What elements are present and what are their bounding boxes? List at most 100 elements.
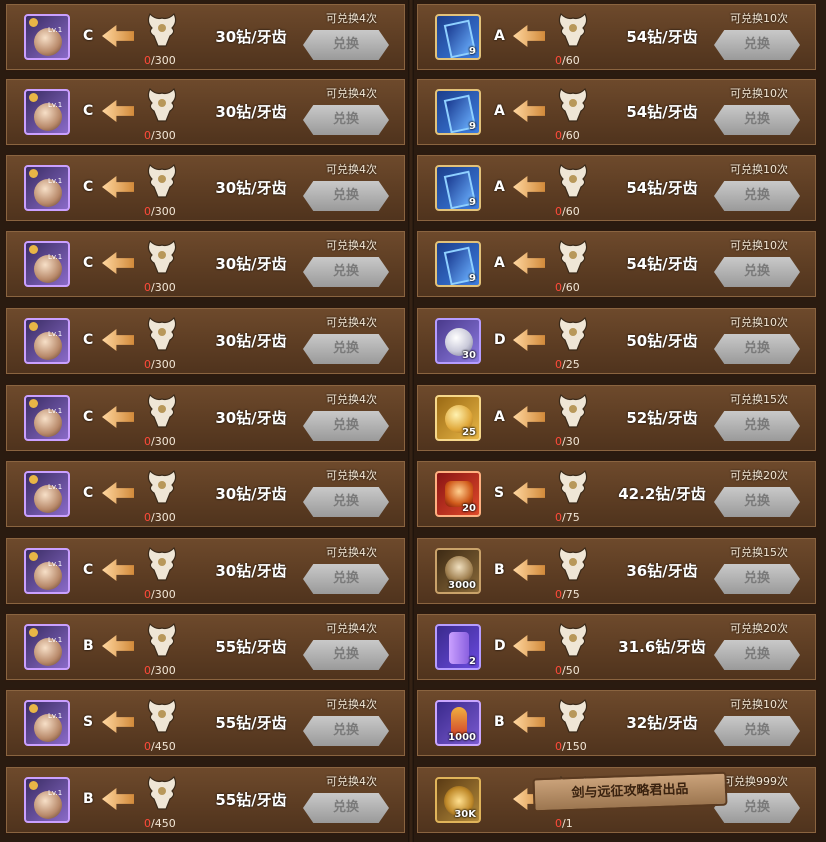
exchange-button[interactable]: 兑换 xyxy=(303,640,389,670)
hero-portrait-icon[interactable]: Lv.1 xyxy=(24,89,70,135)
item-quantity: 1000 xyxy=(448,732,476,743)
hero-portrait-icon[interactable]: Lv.1 xyxy=(24,14,70,60)
tooth-icon xyxy=(144,544,180,582)
tooth-icon xyxy=(555,237,591,275)
exchange-button[interactable]: 兑换 xyxy=(303,181,389,211)
exchange-row: 9 A 0/60 54钻/牙齿 可兑换10次 兑换 xyxy=(415,229,818,299)
progress-total: /150 xyxy=(562,740,587,753)
arrow-left-icon xyxy=(513,25,545,47)
progress-count: 0/300 xyxy=(144,511,176,524)
exchange-button[interactable]: 兑换 xyxy=(303,487,389,517)
grade-label: C xyxy=(83,332,94,348)
card-icon[interactable]: 9 xyxy=(435,89,481,135)
exchange-row: 30K 0/1 可兑换999次 兑换 剑与远征攻略君出品 xyxy=(415,765,818,835)
exchange-button[interactable]: 兑换 xyxy=(303,793,389,823)
progress-count: 0/300 xyxy=(144,281,176,294)
exchange-row: 20 S 0/75 42.2钻/牙齿 可兑换20次 兑换 xyxy=(415,459,818,529)
exchange-limit: 可兑换10次 xyxy=(730,163,788,176)
exchange-button[interactable]: 兑换 xyxy=(714,30,800,60)
progress-total: /450 xyxy=(151,817,176,830)
progress-current: 0 xyxy=(555,740,562,753)
progress-total: /1 xyxy=(562,817,573,830)
item-quantity: 30 xyxy=(462,350,476,361)
tooth-icon xyxy=(555,391,591,429)
grade-label: C xyxy=(83,28,94,44)
level-label: Lv.1 xyxy=(48,636,63,644)
hero-portrait-icon[interactable]: Lv.1 xyxy=(24,624,70,670)
tooth-icon xyxy=(555,467,591,505)
exchange-button[interactable]: 兑换 xyxy=(714,257,800,287)
arrow-left-icon xyxy=(102,559,134,581)
exchange-button[interactable]: 兑换 xyxy=(303,334,389,364)
silver-gem-icon[interactable]: 30 xyxy=(435,318,481,364)
potion-icon[interactable]: 1000 xyxy=(435,700,481,746)
exchange-button[interactable]: 兑换 xyxy=(303,411,389,441)
exchange-limit: 可兑换4次 xyxy=(326,775,377,788)
grade-label: A xyxy=(494,28,505,44)
exchange-button[interactable]: 兑换 xyxy=(303,716,389,746)
treasure-chest-icon[interactable]: 20 xyxy=(435,471,481,517)
exchange-row: Lv.1 C 0/300 30钻/牙齿 可兑换4次 兑换 xyxy=(4,77,407,147)
exchange-price: 54钻/牙齿 xyxy=(626,179,698,197)
exchange-button[interactable]: 兑换 xyxy=(714,487,800,517)
hero-portrait-icon[interactable]: Lv.1 xyxy=(24,777,70,823)
progress-count: 0/300 xyxy=(144,588,176,601)
exchange-limit: 可兑换4次 xyxy=(326,469,377,482)
exchange-button[interactable]: 兑换 xyxy=(303,257,389,287)
card-icon[interactable]: 9 xyxy=(435,14,481,60)
exchange-button[interactable]: 兑换 xyxy=(714,411,800,441)
exchange-button[interactable]: 兑换 xyxy=(714,716,800,746)
exchange-row: Lv.1 C 0/300 30钻/牙齿 可兑换4次 兑换 xyxy=(4,2,407,72)
progress-total: /300 xyxy=(151,205,176,218)
exchange-limit: 可兑换999次 xyxy=(723,775,788,788)
progress-current: 0 xyxy=(555,129,562,142)
progress-total: /30 xyxy=(562,435,580,448)
progress-count: 0/450 xyxy=(144,817,176,830)
hero-portrait-icon[interactable]: Lv.1 xyxy=(24,318,70,364)
exchange-button[interactable]: 兑换 xyxy=(303,30,389,60)
exchange-button[interactable]: 兑换 xyxy=(714,640,800,670)
exchange-button[interactable]: 兑换 xyxy=(303,105,389,135)
grade-label: C xyxy=(83,255,94,271)
gold-coin-icon[interactable]: 25 xyxy=(435,395,481,441)
progress-total: /300 xyxy=(151,54,176,67)
exchange-button[interactable]: 兑换 xyxy=(714,181,800,211)
hero-portrait-icon[interactable]: Lv.1 xyxy=(24,471,70,517)
arrow-left-icon xyxy=(513,559,545,581)
progress-total: /300 xyxy=(151,129,176,142)
hero-portrait-icon[interactable]: Lv.1 xyxy=(24,548,70,594)
hero-portrait-icon[interactable]: Lv.1 xyxy=(24,165,70,211)
compass-coin-icon[interactable]: 30K xyxy=(435,777,481,823)
card-icon[interactable]: 9 xyxy=(435,165,481,211)
arrow-left-icon xyxy=(513,176,545,198)
exchange-price: 36钻/牙齿 xyxy=(626,562,698,580)
hero-portrait-icon[interactable]: Lv.1 xyxy=(24,395,70,441)
tooth-icon xyxy=(555,696,591,734)
exchange-limit: 可兑换4次 xyxy=(326,622,377,635)
progress-current: 0 xyxy=(555,54,562,67)
exchange-button[interactable]: 兑换 xyxy=(714,564,800,594)
exchange-row: 9 A 0/60 54钻/牙齿 可兑换10次 兑换 xyxy=(415,153,818,223)
exchange-limit: 可兑换10次 xyxy=(730,239,788,252)
exchange-row: Lv.1 C 0/300 30钻/牙齿 可兑换4次 兑换 xyxy=(4,229,407,299)
progress-count: 0/450 xyxy=(144,740,176,753)
exchange-row: 25 A 0/30 52钻/牙齿 可兑换15次 兑换 xyxy=(415,383,818,453)
hero-portrait-icon[interactable]: Lv.1 xyxy=(24,700,70,746)
hero-portrait-icon[interactable]: Lv.1 xyxy=(24,241,70,287)
exchange-limit: 可兑换4次 xyxy=(326,12,377,25)
scroll-icon[interactable]: 2 xyxy=(435,624,481,670)
level-label: Lv.1 xyxy=(48,177,63,185)
arrow-left-icon xyxy=(102,25,134,47)
grade-label: C xyxy=(83,562,94,578)
progress-current: 0 xyxy=(144,588,151,601)
skull-coin-icon[interactable]: 3000 xyxy=(435,548,481,594)
progress-total: /300 xyxy=(151,358,176,371)
exchange-button[interactable]: 兑换 xyxy=(714,105,800,135)
exchange-button[interactable]: 兑换 xyxy=(714,334,800,364)
exchange-button[interactable]: 兑换 xyxy=(303,564,389,594)
progress-count: 0/75 xyxy=(555,588,580,601)
progress-count: 0/300 xyxy=(144,358,176,371)
progress-total: /300 xyxy=(151,281,176,294)
card-icon[interactable]: 9 xyxy=(435,241,481,287)
exchange-limit: 可兑换4次 xyxy=(326,316,377,329)
